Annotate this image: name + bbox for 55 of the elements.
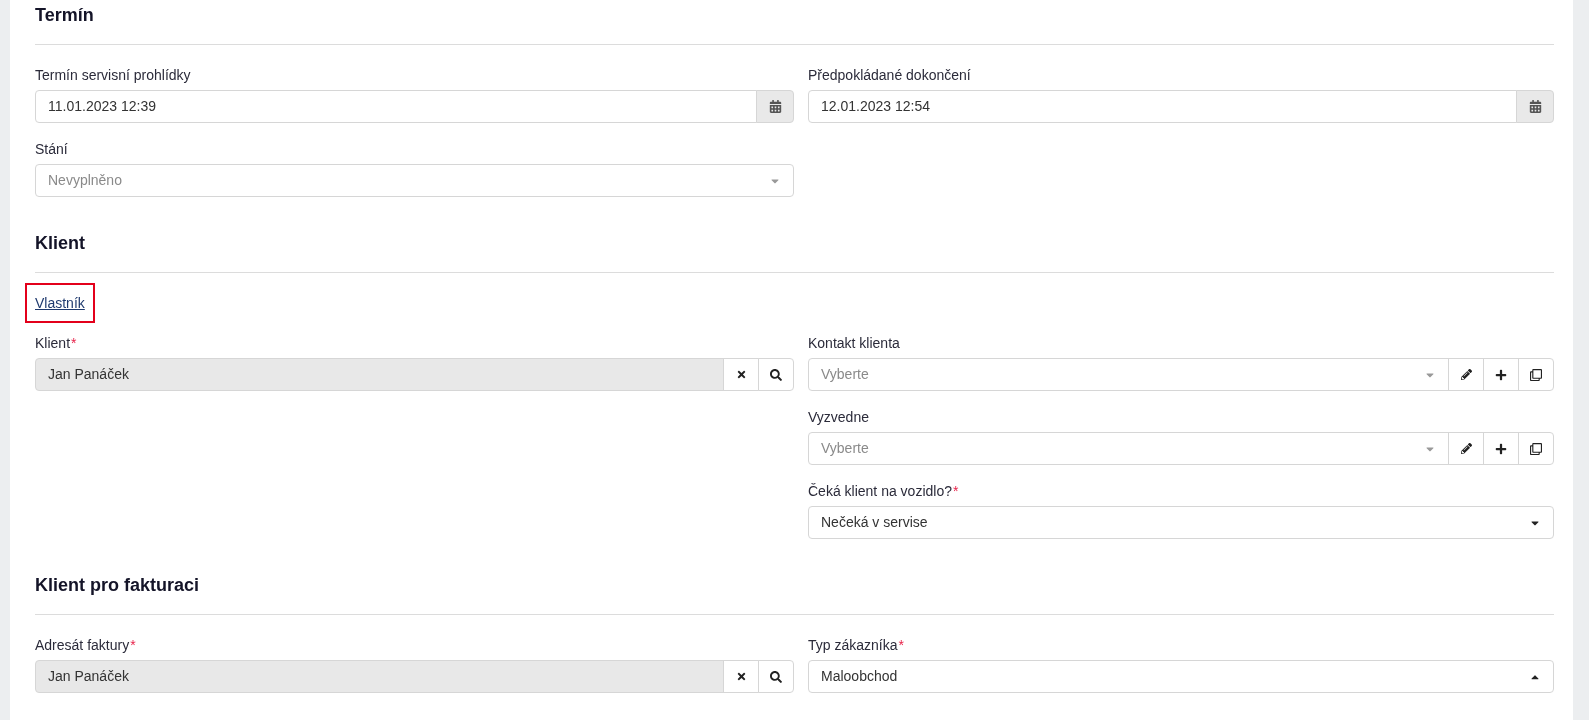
copy-button[interactable] xyxy=(1518,358,1554,391)
select-field[interactable]: Maloobchod xyxy=(808,660,1554,693)
section-heading: Termín xyxy=(35,4,94,27)
copy-icon xyxy=(1530,442,1542,455)
field-label: Klient xyxy=(35,333,71,353)
selected-value: Maloobchod xyxy=(821,667,898,686)
select-field[interactable]: Nečeká v servise xyxy=(808,506,1554,539)
close-icon xyxy=(735,369,747,380)
select-field[interactable]: Vyberte xyxy=(808,358,1449,391)
clear-button[interactable] xyxy=(723,660,759,693)
plus-icon xyxy=(1495,368,1507,381)
search-icon xyxy=(770,368,782,381)
calendar-icon xyxy=(768,100,782,113)
required-mark: * xyxy=(130,635,136,655)
search-icon xyxy=(770,670,782,683)
required-mark: * xyxy=(71,333,77,353)
placeholder-text: Nevyplněno xyxy=(48,171,122,190)
field-label: Adresát faktury xyxy=(35,635,130,655)
lookup-field[interactable]: Jan Panáček xyxy=(35,358,724,391)
select-field[interactable]: Nevyplněno xyxy=(35,164,794,197)
plus-icon xyxy=(1495,442,1507,455)
copy-button[interactable] xyxy=(1518,432,1554,465)
field-label: Předpokládané dokončení xyxy=(808,65,971,85)
select-field[interactable]: Vyberte xyxy=(808,432,1449,465)
field-label: Vyzvedne xyxy=(808,407,869,427)
selected-value: Nečeká v servise xyxy=(821,513,928,532)
pencil-icon xyxy=(1460,443,1472,454)
field-label: Termín servisní prohlídky xyxy=(35,65,191,85)
pencil-icon xyxy=(1460,369,1472,380)
date-field[interactable]: 11.01.2023 12:39 xyxy=(35,90,757,123)
edit-button[interactable] xyxy=(1448,358,1484,391)
add-button[interactable] xyxy=(1483,358,1519,391)
required-mark: * xyxy=(898,635,904,655)
add-button[interactable] xyxy=(1483,432,1519,465)
field-label: Typ zákazníka xyxy=(808,635,898,655)
lookup-field[interactable]: Jan Panáček xyxy=(35,660,724,693)
owner-link[interactable]: Vlastník xyxy=(25,283,95,323)
field-label: Kontakt klienta xyxy=(808,333,900,353)
calendar-icon xyxy=(1528,100,1542,113)
section-heading: Klient xyxy=(35,232,85,255)
edit-button[interactable] xyxy=(1448,432,1484,465)
search-button[interactable] xyxy=(758,358,794,391)
clear-button[interactable] xyxy=(723,358,759,391)
placeholder-text: Vyberte xyxy=(821,439,869,458)
date-field[interactable]: 12.01.2023 12:54 xyxy=(808,90,1517,123)
search-button[interactable] xyxy=(758,660,794,693)
required-mark: * xyxy=(953,481,959,501)
placeholder-text: Vyberte xyxy=(821,365,869,384)
copy-icon xyxy=(1530,368,1542,381)
calendar-button[interactable] xyxy=(756,90,794,123)
calendar-button[interactable] xyxy=(1516,90,1554,123)
field-label: Stání xyxy=(35,139,68,159)
section-heading: Klient pro fakturaci xyxy=(35,574,200,597)
field-label: Čeká klient na vozidlo? xyxy=(808,481,952,501)
close-icon xyxy=(735,671,747,682)
